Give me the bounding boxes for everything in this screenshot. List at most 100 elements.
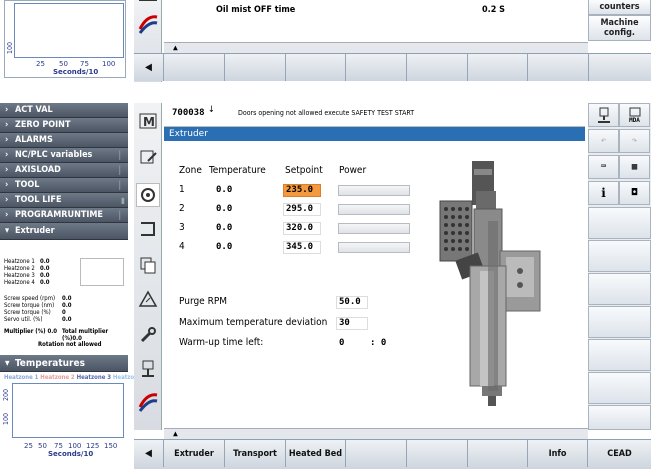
machine-m-icon: M [139, 113, 157, 129]
purge-rpm-label: Purge RPM [179, 296, 228, 307]
temp-graph-plot [12, 383, 124, 438]
temp-graph-xlabel: Seconds/10 [48, 450, 94, 458]
vertical-softkey-1[interactable] [588, 207, 651, 239]
temp-1: 0.0 [216, 185, 233, 195]
softkey-5[interactable] [407, 440, 468, 467]
sidebar-item-temperatures[interactable]: ▾ Temperatures [0, 355, 128, 372]
machine-config-button[interactable]: Machine config. [588, 15, 651, 41]
machine-view-button[interactable] [588, 103, 619, 127]
siemens-logo-button-2[interactable] [136, 390, 160, 414]
softkey-extruder[interactable]: Extruder [164, 440, 225, 467]
camera-icon: ◘ [631, 188, 638, 198]
temp-graph-xtick: 100 [68, 442, 82, 450]
load-graph-xtick: 100 [102, 60, 116, 68]
copy-pages-icon [140, 257, 156, 274]
power-bar-4 [338, 242, 410, 253]
calculator-button[interactable]: ▦ [619, 155, 650, 179]
top-softkey-6[interactable] [468, 54, 528, 81]
setup-button[interactable] [136, 323, 160, 347]
top-softkey-1[interactable] [164, 54, 225, 81]
alarm-arrow-icon: ↓ [208, 105, 215, 115]
oil-mist-value: 0.2 S [482, 5, 505, 15]
sidebar-rotation-status: Rotation not allowed [38, 341, 102, 348]
screenshot-button[interactable]: ◘ [619, 181, 650, 205]
vertical-softkey-4[interactable] [588, 306, 651, 338]
vertical-softkey-7[interactable] [588, 405, 651, 430]
top-softkey-bar: ◀ [134, 53, 651, 81]
vertical-softkey-5[interactable] [588, 339, 651, 371]
chevron-right-icon: › [5, 135, 9, 145]
sidebar-item-axisload[interactable]: › AXISLOAD ▏ [0, 163, 128, 178]
back-arrow-button[interactable]: ◀ [134, 440, 164, 467]
softkey-transport[interactable]: Transport [225, 440, 286, 467]
temp-graph-xtick: 150 [104, 442, 118, 450]
vertical-softkey-6[interactable] [588, 372, 651, 404]
wrench-icon [140, 327, 156, 343]
sidebar-item-alarms[interactable]: › ALARMS [0, 133, 128, 148]
program-manager-button[interactable] [136, 253, 160, 277]
top-softkey-7[interactable] [528, 54, 589, 81]
setpoint-input-3[interactable]: 320.0 [283, 222, 321, 235]
sidebar-item-programruntime[interactable]: › PROGRAMRUNTIME ▏ [0, 208, 128, 223]
sidebar-item-extruder[interactable]: ▾ Extruder [0, 223, 128, 240]
softkey-info[interactable]: Info [528, 440, 588, 467]
up-arrow-icon[interactable]: ▲ [173, 429, 178, 438]
icon-button-partial[interactable] [136, 0, 160, 6]
softkey-cead[interactable]: CEAD [588, 440, 651, 467]
temp-graph-xtick: 50 [38, 442, 47, 450]
sidebar-multiplier: Multiplier (%) 0.0 [4, 328, 58, 335]
zone-4: 4 [179, 241, 185, 252]
temp-3: 0.0 [216, 223, 233, 233]
purge-rpm-input[interactable]: 50.0 [336, 296, 368, 309]
setpoint-input-4[interactable]: 345.0 [283, 241, 321, 254]
setpoint-input-2[interactable]: 295.0 [283, 203, 321, 216]
bottom-softkey-bar: ◀ Extruder Transport Heated Bed Info CEA… [134, 439, 651, 469]
program-button[interactable] [136, 217, 160, 241]
undo-button[interactable]: ↶ [588, 129, 619, 153]
machine-mode-button[interactable]: M [136, 109, 160, 133]
back-arrow-button[interactable]: ◀ [134, 54, 164, 81]
bracket-icon [141, 222, 155, 236]
custom-button[interactable] [136, 357, 160, 381]
vertical-softkey-2[interactable] [588, 240, 651, 272]
diagnostics-button[interactable] [136, 287, 160, 311]
legend-heatzone-1: Heatzone 1 [4, 374, 39, 381]
sidebar-item-zero-point[interactable]: › ZERO POINT [0, 118, 128, 133]
alarm-text: Doors opening not allowed execute SAFETY… [238, 109, 415, 117]
redo-icon: ↷ [631, 136, 638, 146]
warmup-minutes: 0 [339, 338, 345, 348]
mode-icon-column: M [134, 103, 162, 430]
mda-button[interactable]: MDA [619, 103, 650, 127]
top-softkey-5[interactable] [407, 54, 468, 81]
sidebar-screw-names: Screw speed (rpm) Screw torque (nm) Screw … [4, 295, 56, 323]
col-temperature-header: Temperature [209, 165, 266, 176]
edit-program-button[interactable] [136, 145, 160, 169]
siemens-logo-button[interactable] [136, 12, 160, 36]
info-i-button[interactable]: i [588, 181, 619, 205]
sidebar-item-tool-life[interactable]: › TOOL LIFE ▮ [0, 193, 128, 208]
sidebar-item-nc-plc[interactable]: › NC/PLC variables ▏ [0, 148, 128, 163]
counters-button[interactable]: counters [588, 0, 651, 15]
softkey-6[interactable] [468, 440, 528, 467]
softkey-heated-bed[interactable]: Heated Bed [286, 440, 346, 467]
sidebar-item-act-val[interactable]: › ACT VAL [0, 103, 128, 118]
offset-button[interactable] [136, 183, 160, 207]
top-softkey-2[interactable] [225, 54, 286, 81]
redo-button[interactable]: ↷ [619, 129, 650, 153]
max-temp-deviation-label: Maximum temperature deviation [179, 317, 328, 328]
sidebar-item-tool[interactable]: › TOOL ▏ [0, 178, 128, 193]
setpoint-input-1[interactable]: 235.0 [283, 184, 321, 197]
top-softkey-3[interactable] [286, 54, 346, 81]
extruder-illustration [439, 161, 541, 406]
load-graph-xtick: 75 [80, 60, 89, 68]
up-arrow-icon[interactable]: ▲ [173, 43, 178, 52]
svg-text:M: M [143, 115, 155, 129]
max-temp-deviation-input[interactable]: 30 [336, 317, 368, 330]
right-button-column: MDA ↶ ↷ ⌨ ▦ i ◘ [588, 103, 651, 430]
softkey-4[interactable] [346, 440, 407, 467]
vertical-softkey-3[interactable] [588, 273, 651, 305]
keyboard-button[interactable]: ⌨ [588, 155, 619, 179]
top-softkey-4[interactable] [346, 54, 407, 81]
warmup-seconds: : 0 [370, 338, 387, 348]
chevron-right-icon: › [5, 105, 9, 115]
